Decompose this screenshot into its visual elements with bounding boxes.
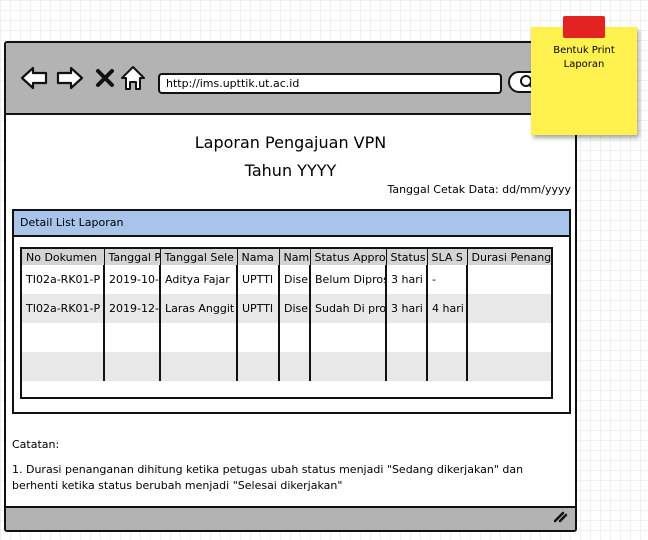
table-cell bbox=[104, 323, 161, 352]
notes-label: Catatan: bbox=[12, 438, 60, 451]
table-cell bbox=[467, 352, 551, 381]
table-header-row: No Dokumen Tanggal P Tanggal Sele Nama N… bbox=[22, 249, 551, 265]
sticky-note-text: Bentuk Print Laporan bbox=[535, 44, 633, 72]
column-header-nama[interactable]: Nama bbox=[237, 249, 280, 265]
table-cell bbox=[310, 352, 387, 381]
table-cell: Dise bbox=[279, 265, 311, 294]
tape-decoration bbox=[563, 16, 605, 38]
table-cell bbox=[386, 352, 428, 381]
table-cell bbox=[237, 323, 280, 352]
table-cell: 2019-12-0 bbox=[104, 294, 161, 323]
sticky-note-line-2: Laporan bbox=[563, 59, 605, 70]
table-cell: TI02a-RK01-P bbox=[22, 294, 105, 323]
table-cell bbox=[104, 352, 161, 381]
forward-arrow-icon[interactable] bbox=[55, 65, 85, 91]
panel-title: Detail List Laporan bbox=[14, 211, 569, 237]
address-bar[interactable]: http://ims.upttik.ut.ac.id bbox=[158, 73, 502, 94]
sticky-note-line-1: Bentuk Print bbox=[553, 45, 615, 56]
table-cell bbox=[237, 352, 280, 381]
table-cell bbox=[22, 352, 105, 381]
column-header-sla[interactable]: SLA S bbox=[427, 249, 468, 265]
notes-item: 1. Durasi penanganan dihitung ketika pet… bbox=[12, 463, 524, 492]
table-cell: UPTTI bbox=[237, 294, 280, 323]
table-cell: 4 hari bbox=[427, 294, 468, 323]
table-cell: 3 hari bbox=[386, 294, 428, 323]
table-cell: TI02a-RK01-P bbox=[22, 265, 105, 294]
table-cell bbox=[386, 323, 428, 352]
sticky-note: Bentuk Print Laporan bbox=[531, 27, 637, 135]
table-cell bbox=[160, 323, 238, 352]
table-cell: - bbox=[427, 265, 468, 294]
table-cell bbox=[467, 265, 551, 294]
table-cell: 2019-10-0 bbox=[104, 265, 161, 294]
table-cell bbox=[467, 323, 551, 352]
table-cell bbox=[427, 323, 468, 352]
column-header-durasi[interactable]: Durasi Penang bbox=[467, 249, 551, 265]
table-row[interactable] bbox=[22, 352, 551, 381]
report-table: No Dokumen Tanggal P Tanggal Sele Nama N… bbox=[22, 249, 551, 381]
close-icon[interactable] bbox=[90, 65, 120, 91]
table-row[interactable]: TI02a-RK01-P 2019-10-0 Aditya Fajar UPTT… bbox=[22, 265, 551, 294]
table-cell: Belum Dipros bbox=[310, 265, 387, 294]
table-cell bbox=[310, 323, 387, 352]
table-row[interactable] bbox=[22, 323, 551, 352]
table-cell bbox=[279, 352, 311, 381]
column-header-tanggal-selesai[interactable]: Tanggal Sele bbox=[160, 249, 238, 265]
browser-toolbar: http://ims.upttik.ut.ac.id bbox=[6, 43, 575, 115]
detail-list-panel: Detail List Laporan No Dokumen Tanggal P… bbox=[12, 209, 571, 414]
table-row[interactable]: TI02a-RK01-P 2019-12-0 Laras Anggit UPTT… bbox=[22, 294, 551, 323]
column-header-status-approval[interactable]: Status Appro bbox=[310, 249, 387, 265]
home-icon[interactable] bbox=[118, 65, 148, 91]
browser-window: http://ims.upttik.ut.ac.id Laporan Penga… bbox=[4, 41, 577, 532]
table-cell bbox=[160, 352, 238, 381]
table-cell: UPTTI bbox=[237, 265, 280, 294]
table-cell: Sudah Di pro bbox=[310, 294, 387, 323]
resize-handle-icon[interactable] bbox=[553, 508, 569, 527]
report-subtitle: Tahun YYYY bbox=[244, 161, 337, 180]
table-cell: Dise bbox=[279, 294, 311, 323]
column-header-no-dokumen[interactable]: No Dokumen bbox=[22, 249, 105, 265]
column-header-status[interactable]: Status bbox=[386, 249, 428, 265]
table-cell bbox=[427, 352, 468, 381]
column-header-tanggal-pengajuan[interactable]: Tanggal P bbox=[104, 249, 161, 265]
report-title: Laporan Pengajuan VPN bbox=[194, 133, 387, 152]
table-cell: 3 hari bbox=[386, 265, 428, 294]
report-table-container: No Dokumen Tanggal P Tanggal Sele Nama N… bbox=[20, 247, 553, 399]
table-cell bbox=[279, 323, 311, 352]
table-cell bbox=[467, 294, 551, 323]
column-header-nama-2[interactable]: Nam bbox=[279, 249, 311, 265]
table-cell: Laras Anggit bbox=[160, 294, 238, 323]
table-cell: Aditya Fajar bbox=[160, 265, 238, 294]
table-cell bbox=[22, 323, 105, 352]
print-date: Tanggal Cetak Data: dd/mm/yyyy bbox=[387, 183, 571, 196]
back-arrow-icon[interactable] bbox=[19, 65, 49, 91]
page-content: Laporan Pengajuan VPN Tahun YYYY Tanggal… bbox=[6, 115, 575, 506]
status-bar bbox=[6, 506, 575, 530]
